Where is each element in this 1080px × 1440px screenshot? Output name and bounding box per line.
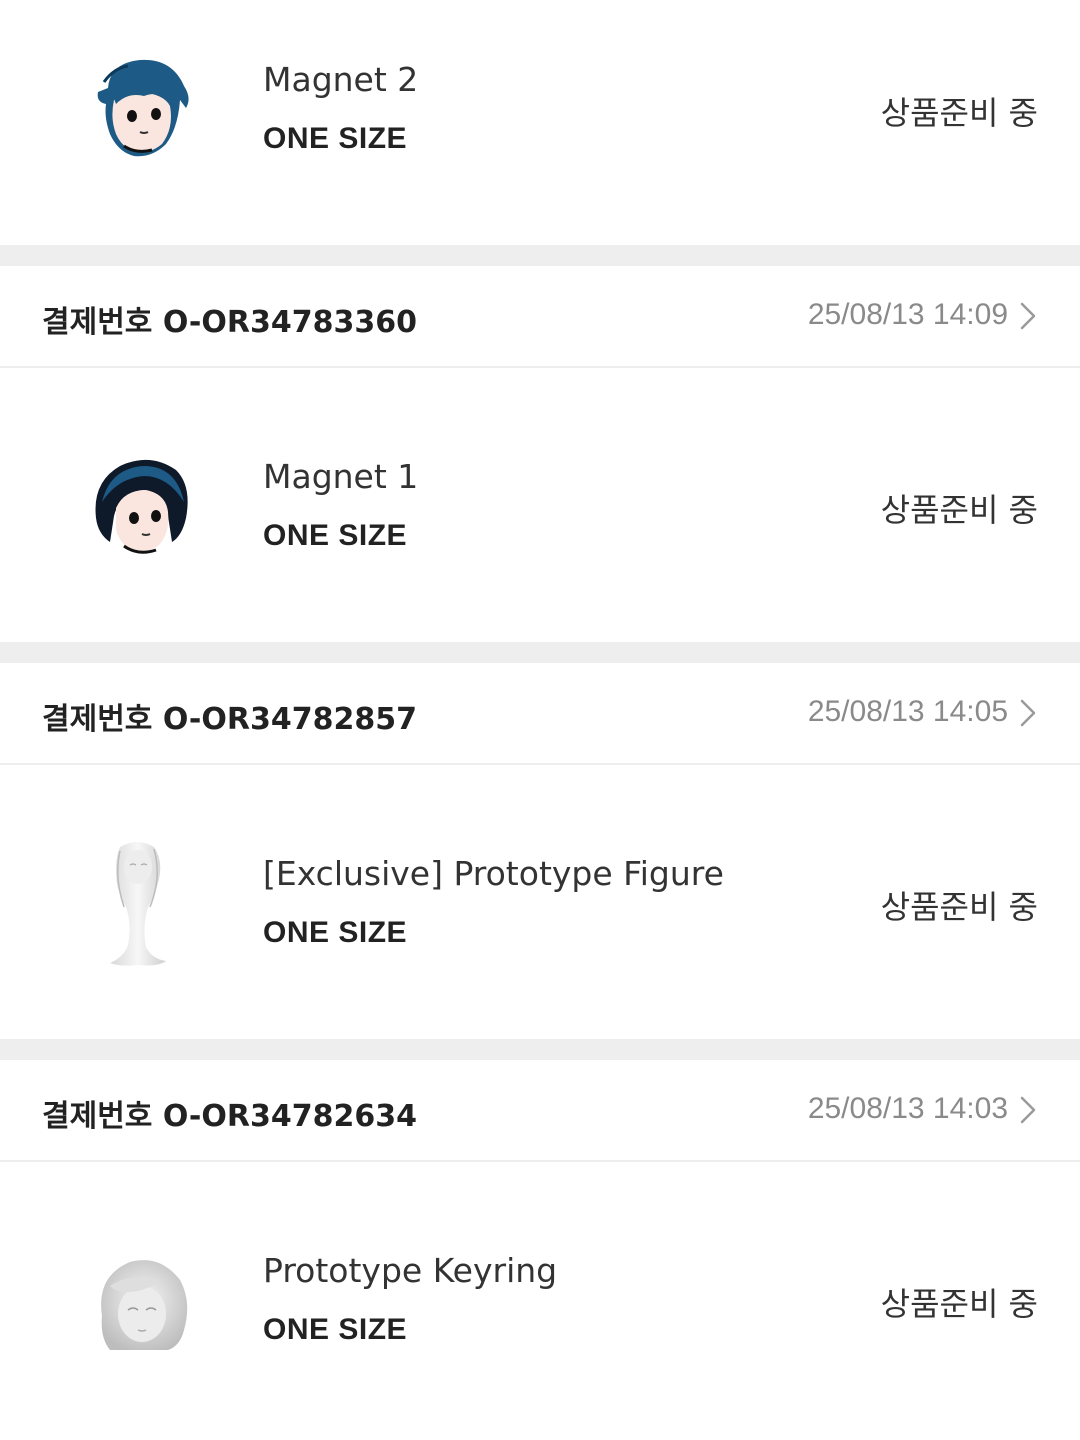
order-status: 상품준비 중 [880, 888, 1038, 926]
order-item[interactable]: Magnet 2 ONE SIZE 상품준비 중 [0, 0, 1080, 245]
order-number: 결제번호 O-OR34782634 [42, 1099, 417, 1134]
order-status: 상품준비 중 [880, 1285, 1038, 1323]
order-item[interactable]: [Exclusive] Prototype Figure ONE SIZE 상품… [0, 765, 1080, 1038]
product-size: ONE SIZE [263, 916, 408, 949]
order-number: 결제번호 O-OR34783360 [42, 305, 417, 340]
order-item[interactable]: Magnet 1 ONE SIZE 상품준비 중 [0, 368, 1080, 641]
product-thumbnail-magnet-1[interactable] [80, 446, 200, 566]
chevron-right-icon[interactable] [1016, 302, 1040, 330]
order-date: 25/08/13 14:09 [807, 298, 1008, 331]
order-status: 상품준비 중 [880, 491, 1038, 529]
section-divider [0, 245, 1080, 266]
order-status: 상품준비 중 [880, 94, 1038, 132]
order-header[interactable]: 결제번호 O-OR34782634 25/08/13 14:03 [0, 1060, 1080, 1162]
order-header[interactable]: 결제번호 O-OR34783360 25/08/13 14:09 [0, 266, 1080, 368]
section-divider [0, 642, 1080, 663]
product-size: ONE SIZE [263, 1313, 408, 1346]
order-date: 25/08/13 14:03 [807, 1092, 1008, 1125]
order-number: 결제번호 O-OR34782857 [42, 702, 417, 737]
order-item[interactable]: Prototype Keyring ONE SIZE 상품준비 중 [0, 1162, 1080, 1440]
product-name[interactable]: [Exclusive] Prototype Figure [263, 854, 724, 893]
chevron-right-icon[interactable] [1016, 699, 1040, 727]
section-divider [0, 1039, 1080, 1060]
product-size: ONE SIZE [263, 122, 408, 155]
product-name[interactable]: Magnet 2 [263, 60, 418, 99]
product-name[interactable]: Magnet 1 [263, 457, 418, 496]
order-list-page: Magnet 2 ONE SIZE 상품준비 중 결제번호 O-OR347833… [0, 0, 1080, 1440]
product-name[interactable]: Prototype Keyring [263, 1251, 557, 1290]
product-thumbnail-keyring[interactable] [80, 1246, 200, 1366]
order-date: 25/08/13 14:05 [807, 695, 1008, 728]
chevron-right-icon[interactable] [1016, 1096, 1040, 1124]
product-size: ONE SIZE [263, 519, 408, 552]
order-header[interactable]: 결제번호 O-OR34782857 25/08/13 14:05 [0, 663, 1080, 765]
product-thumbnail-magnet-2[interactable] [80, 48, 200, 168]
product-thumbnail-figure[interactable] [80, 837, 200, 969]
